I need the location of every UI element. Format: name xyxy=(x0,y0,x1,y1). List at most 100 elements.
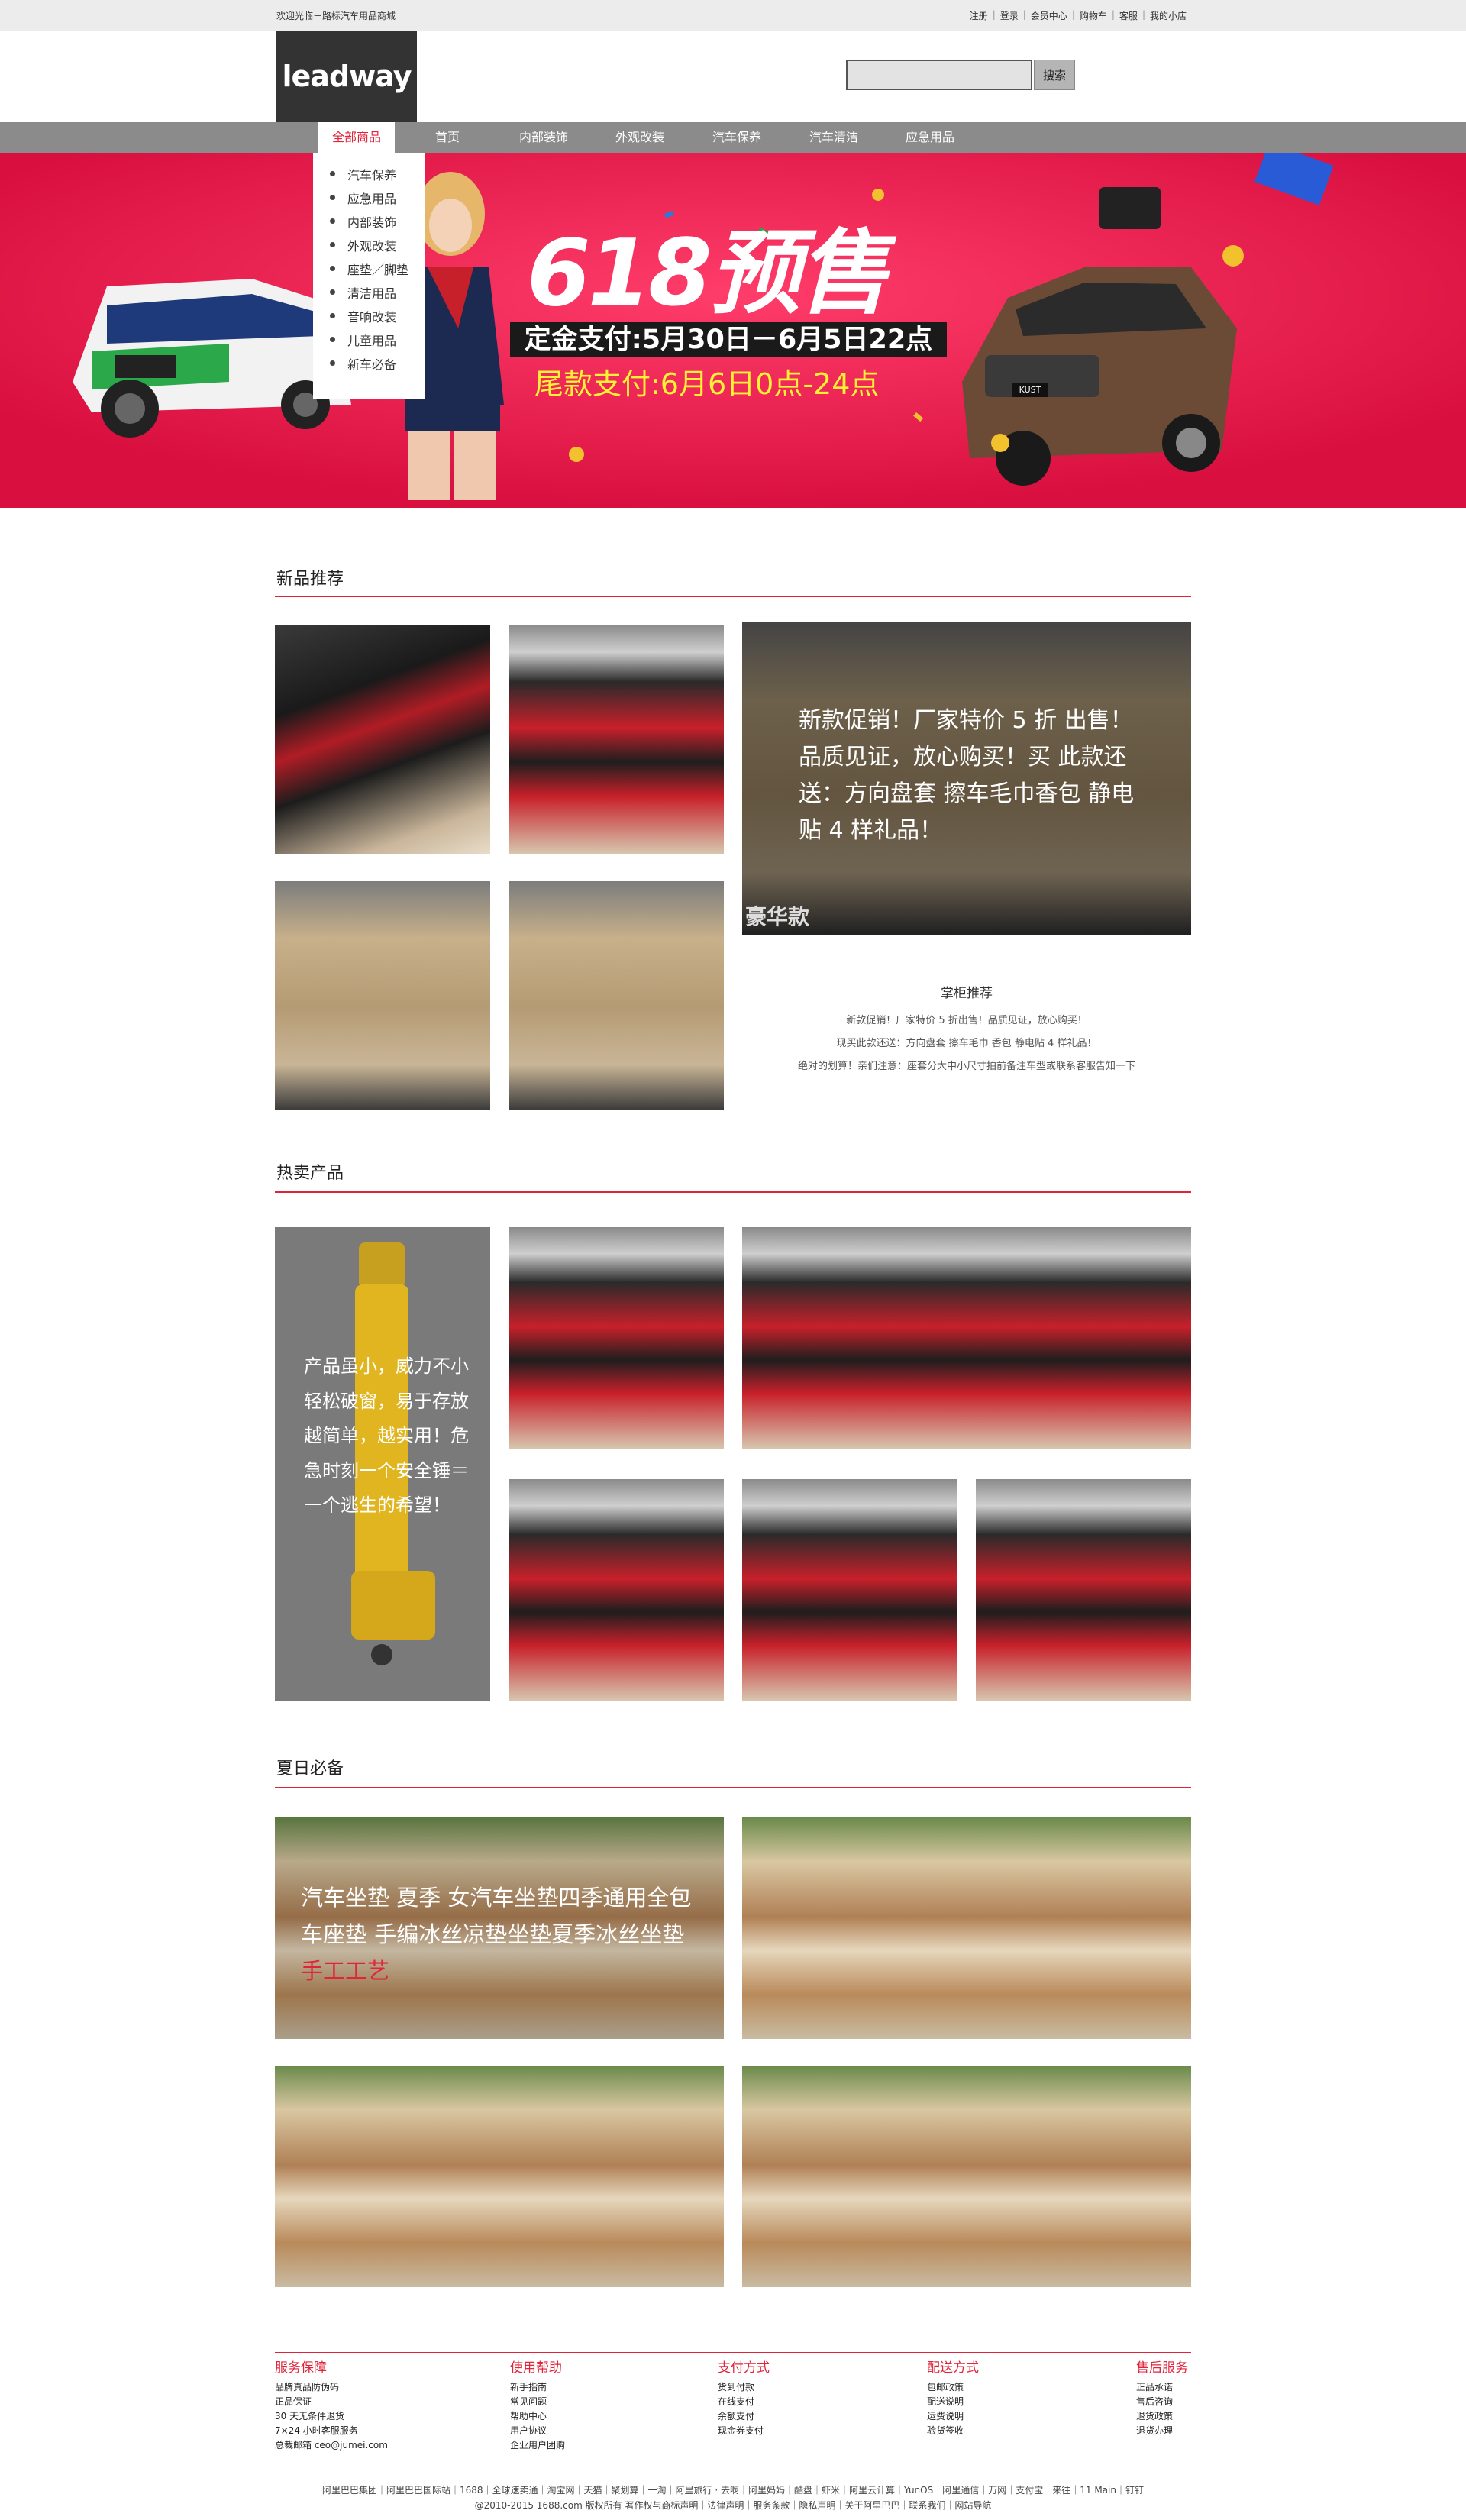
product-image[interactable] xyxy=(509,1479,724,1701)
footer-link[interactable]: 配送说明 xyxy=(927,2395,979,2409)
footer-link[interactable]: 新手指南 xyxy=(510,2380,565,2395)
category-item[interactable]: 座垫／脚垫 xyxy=(313,257,425,280)
product-image[interactable] xyxy=(509,1227,724,1449)
bullet-icon xyxy=(330,171,335,176)
nav-all-products[interactable]: 全部商品 xyxy=(318,122,395,153)
nav-home[interactable]: 首页 xyxy=(409,122,486,153)
footer-link[interactable]: 售后咨询 xyxy=(1136,2395,1188,2409)
product-image[interactable] xyxy=(976,1479,1191,1701)
gadget-image xyxy=(1100,187,1161,229)
footer-link[interactable]: 货到付款 xyxy=(718,2380,770,2395)
featured-tag: 豪华款 xyxy=(745,904,810,929)
footer-link[interactable]: 退货办理 xyxy=(1136,2424,1188,2438)
footer-group-links[interactable]: 阿里巴巴集团｜阿里巴巴国际站｜1688｜全球速卖通｜淘宝网｜天猫｜聚划算｜一淘｜… xyxy=(0,2483,1466,2496)
category-item[interactable]: 应急用品 xyxy=(313,186,425,209)
category-item[interactable]: 内部装饰 xyxy=(313,209,425,233)
footer-link[interactable]: 正品承诺 xyxy=(1136,2380,1188,2395)
shopkeeper-recommend-title: 掌柜推荐 xyxy=(941,986,993,1001)
product-image[interactable] xyxy=(509,881,724,1110)
category-item[interactable]: 新车必备 xyxy=(313,351,425,375)
footer-copyright: @2010-2015 1688.com 版权所有 著作权与商标声明｜法律声明｜服… xyxy=(474,2500,992,2511)
register-link[interactable]: 注册 xyxy=(970,9,988,22)
welcome-text: 欢迎光临－路标汽车用品商城 xyxy=(276,11,396,21)
bullet-icon xyxy=(330,337,335,342)
footer-link[interactable]: 正品保证 xyxy=(275,2395,388,2409)
category-item[interactable]: 清洁用品 xyxy=(313,280,425,304)
footer-link[interactable]: 总裁邮箱 ceo@jumei.com xyxy=(275,2438,388,2453)
summer-promo-red: 手工工艺 xyxy=(301,1957,390,1984)
section-divider xyxy=(275,596,1191,597)
footer-col-delivery: 配送方式 包邮政策 配送说明 运费说明 验货签收 xyxy=(927,2357,979,2438)
category-item[interactable]: 外观改装 xyxy=(313,233,425,257)
nav-interior[interactable]: 内部装饰 xyxy=(505,122,582,153)
bullet-icon xyxy=(330,218,335,224)
footer-link[interactable]: 包邮政策 xyxy=(927,2380,979,2395)
summer-promo-text: 汽车坐垫 夏季 女汽车坐垫四季通用全包车座垫 手编冰丝凉垫坐垫夏季冰丝坐垫 手工工… xyxy=(301,1885,692,1984)
product-image[interactable] xyxy=(275,2066,724,2287)
footer-link[interactable]: 退货政策 xyxy=(1136,2409,1188,2424)
logo[interactable]: leadway xyxy=(276,31,417,122)
footer-link[interactable]: 企业用户团购 xyxy=(510,2438,565,2453)
cart-link[interactable]: 购物车 xyxy=(1080,9,1107,22)
footer-link[interactable]: 7×24 小时客服服务 xyxy=(275,2424,388,2438)
footer-link[interactable]: 帮助中心 xyxy=(510,2409,565,2424)
category-item[interactable]: 儿童用品 xyxy=(313,328,425,351)
section-divider xyxy=(275,1787,1191,1788)
nav-cleaning[interactable]: 汽车清洁 xyxy=(796,122,872,153)
product-image[interactable] xyxy=(509,625,724,854)
bullet-icon xyxy=(330,242,335,247)
section-title-summer: 夏日必备 xyxy=(276,1759,344,1779)
footer-link[interactable]: 验货签收 xyxy=(927,2424,979,2438)
banner-line-deposit: 定金支付:5月30日－6月5日22点 xyxy=(510,322,947,357)
nav-exterior[interactable]: 外观改装 xyxy=(602,122,678,153)
featured-product-image[interactable]: 新款促销！厂家特价 5 折 出售！品质见证，放心购买！买 此款还送：方向盘套 擦… xyxy=(742,622,1191,935)
recommend-line: 新款促销！厂家特价 5 折出售！品质见证，放心购买！ xyxy=(846,1015,1087,1026)
recommend-line: 绝对的划算！亲们注意：座套分大中小尺寸拍前备注车型或联系客服告知一下 xyxy=(797,1061,1135,1072)
car-plate: KUST xyxy=(1012,383,1048,397)
section-title-hot: 热卖产品 xyxy=(276,1164,344,1183)
nav-maintenance[interactable]: 汽车保养 xyxy=(699,122,775,153)
bullet-icon xyxy=(330,313,335,318)
login-link[interactable]: 登录 xyxy=(1000,9,1019,22)
footer-link[interactable]: 品牌真品防伪码 xyxy=(275,2380,388,2395)
header: leadway 搜索 xyxy=(0,31,1466,122)
banner-headline: 618预售 xyxy=(527,221,889,327)
product-image[interactable] xyxy=(742,1479,957,1701)
product-image[interactable] xyxy=(275,625,490,854)
member-center-link[interactable]: 会员中心 xyxy=(1031,9,1067,22)
footer-col-help: 使用帮助 新手指南 常见问题 帮助中心 用户协议 企业用户团购 xyxy=(510,2357,565,2453)
category-item[interactable]: 汽车保养 xyxy=(313,162,425,186)
hammer-promo-text: 产品虽小，威力不小轻松破窗，易于存放越简单，越实用！危急时刻一个安全锤＝一个逃生… xyxy=(304,1355,469,1517)
promo-banner[interactable]: 618预售 定金支付:5月30日－6月5日22点 尾款支付:6月6日0点-24点… xyxy=(0,153,1466,508)
footer-link[interactable]: 在线支付 xyxy=(718,2395,770,2409)
footer-link[interactable]: 现金券支付 xyxy=(718,2424,770,2438)
bullet-icon xyxy=(330,289,335,295)
service-link[interactable]: 客服 xyxy=(1119,9,1138,22)
section-divider xyxy=(275,1191,1191,1193)
footer-link[interactable]: 30 天无条件退货 xyxy=(275,2409,388,2424)
footer-link[interactable]: 用户协议 xyxy=(510,2424,565,2438)
section-title-new: 新品推荐 xyxy=(276,570,344,589)
product-image[interactable]: 汽车坐垫 夏季 女汽车坐垫四季通用全包车座垫 手编冰丝凉垫坐垫夏季冰丝坐垫 手工工… xyxy=(275,1817,724,2039)
safety-hammer-image[interactable]: 产品虽小，威力不小轻松破窗，易于存放越简单，越实用！危急时刻一个安全锤＝一个逃生… xyxy=(275,1227,490,1701)
product-image[interactable] xyxy=(742,1817,1191,2039)
top-bar: 欢迎光临－路标汽车用品商城 注册 | 登录 | 会员中心 | 购物车 | 客服 | 我的小… xyxy=(0,0,1466,31)
footer-col-service: 服务保障 品牌真品防伪码 正品保证 30 天无条件退货 7×24 小时客服服务 … xyxy=(275,2357,388,2453)
category-item[interactable]: 音响改装 xyxy=(313,304,425,328)
footer-link[interactable]: 常见问题 xyxy=(510,2395,565,2409)
footer-link[interactable]: 运费说明 xyxy=(927,2409,979,2424)
product-image[interactable] xyxy=(742,2066,1191,2287)
bullet-icon xyxy=(330,195,335,200)
footer-divider xyxy=(275,2352,1191,2353)
search-input[interactable] xyxy=(846,60,1032,90)
my-shop-link[interactable]: 我的小店 xyxy=(1150,9,1187,22)
bullet-icon xyxy=(330,360,335,366)
nav-emergency[interactable]: 应急用品 xyxy=(892,122,968,153)
footer-col-aftersales: 售后服务 正品承诺 售后咨询 退货政策 退货办理 xyxy=(1136,2357,1188,2438)
top-links: 注册 | 登录 | 会员中心 | 购物车 | 客服 | 我的小店 xyxy=(969,9,1187,22)
product-image[interactable] xyxy=(742,1227,1191,1449)
search-button[interactable]: 搜索 xyxy=(1034,60,1075,90)
recommend-line: 现买此款还送：方向盘套 擦车毛巾 香包 静电贴 4 样礼品！ xyxy=(836,1038,1097,1049)
product-image[interactable] xyxy=(275,881,490,1110)
footer-link[interactable]: 余额支付 xyxy=(718,2409,770,2424)
